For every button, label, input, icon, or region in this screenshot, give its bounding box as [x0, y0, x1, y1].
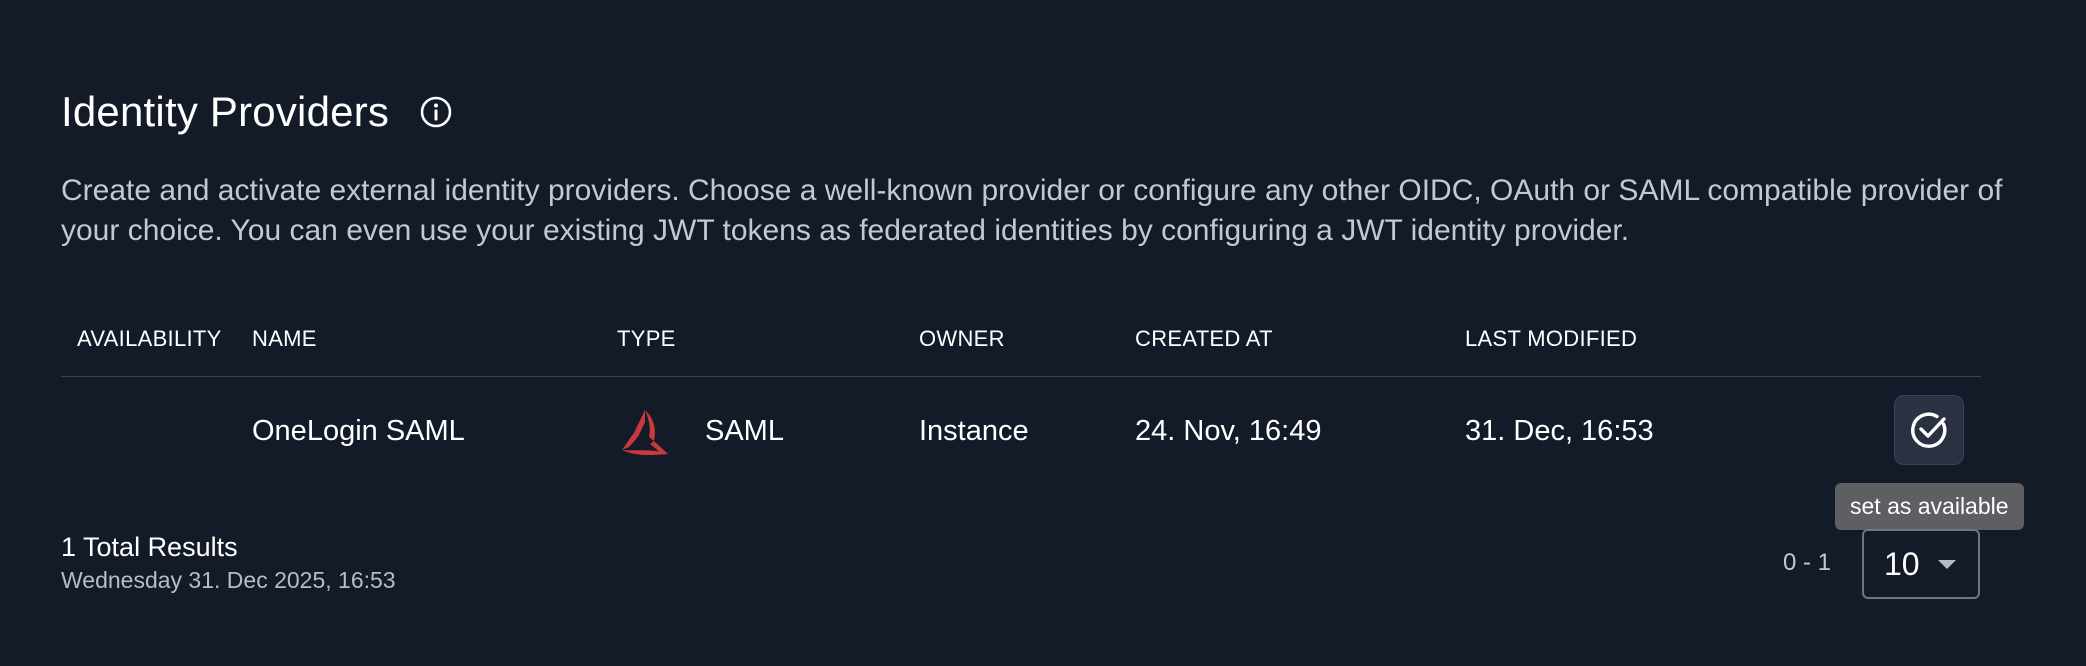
info-circle-icon[interactable] [419, 95, 453, 129]
header: Identity Providers [61, 88, 453, 136]
column-header-created-at[interactable]: CREATED AT [1135, 326, 1273, 352]
page-title: Identity Providers [61, 88, 390, 135]
identity-providers-page: Identity Providers Create and activate e… [0, 0, 2086, 666]
column-header-availability[interactable]: AVAILABILITY [77, 326, 222, 352]
page-size-value: 10 [1884, 545, 1920, 582]
column-header-owner[interactable]: OWNER [919, 326, 1005, 352]
total-results: 1 Total Results [61, 532, 238, 562]
page-size-select[interactable]: 10 [1862, 529, 1980, 599]
column-header-name[interactable]: NAME [252, 326, 317, 352]
page-description: Create and activate external identity pr… [61, 174, 2003, 247]
row-last-modified: 31. Dec, 16:53 [1465, 415, 1654, 447]
results-summary: 1 Total Results Wednesday 31. Dec 2025, … [61, 532, 396, 594]
row-name: OneLogin SAML [252, 415, 465, 447]
column-header-type[interactable]: TYPE [617, 326, 676, 352]
row-owner: Instance [919, 415, 1029, 447]
last-updated-timestamp: Wednesday 31. Dec 2025, 16:53 [61, 567, 396, 593]
chevron-down-icon [1938, 560, 1956, 569]
set-available-button[interactable] [1894, 395, 1964, 465]
row-created-at: 24. Nov, 16:49 [1135, 415, 1322, 447]
table-header: AVAILABILITY NAME TYPE OWNER CREATED AT … [61, 310, 1981, 377]
column-header-last-modified[interactable]: LAST MODIFIED [1465, 326, 1637, 352]
table-row[interactable]: OneLogin SAML SAML Instance 24. Nov, 16:… [61, 377, 1981, 485]
pagination-range: 0 - 1 [1783, 549, 1832, 576]
identity-providers-table: AVAILABILITY NAME TYPE OWNER CREATED AT … [61, 310, 1981, 377]
set-available-tooltip: set as available [1835, 483, 2024, 530]
row-type: SAML [705, 415, 784, 447]
check-circle-icon [1907, 408, 1951, 452]
saml-logo-icon [619, 407, 671, 457]
